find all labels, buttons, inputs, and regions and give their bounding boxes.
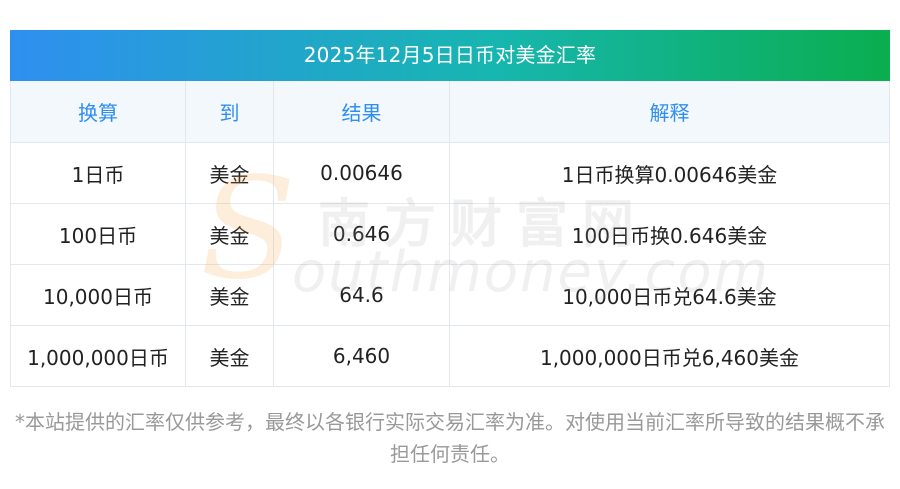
cell-currency: 美金 (185, 325, 274, 387)
header-explanation: 解释 (449, 81, 890, 143)
cell-result: 64.6 (273, 264, 450, 326)
cell-amount: 10,000日币 (10, 264, 186, 326)
cell-result: 0.646 (273, 203, 450, 265)
disclaimer-note: *本站提供的汇率仅供参考，最终以各银行实际交易汇率为准。对使用当前汇率所导致的结… (15, 410, 885, 466)
table-row: 1,000,000日币 美金 6,460 1,000,000日币兑6,460美金 (10, 325, 890, 387)
cell-explanation: 10,000日币兑64.6美金 (449, 264, 890, 326)
cell-currency: 美金 (185, 264, 274, 326)
cell-explanation: 1,000,000日币兑6,460美金 (449, 325, 890, 387)
cell-amount: 1日币 (10, 142, 186, 204)
cell-amount: 100日币 (10, 203, 186, 265)
cell-result: 0.00646 (273, 142, 450, 204)
cell-explanation: 1日币换算0.00646美金 (449, 142, 890, 204)
table-header-row: 换算 到 结果 解释 (10, 81, 890, 143)
cell-currency: 美金 (185, 142, 274, 204)
header-to: 到 (185, 81, 274, 143)
cell-currency: 美金 (185, 203, 274, 265)
exchange-rate-table: 换算 到 结果 解释 1日币 美金 0.00646 1日币换算0.00646美金… (10, 81, 890, 387)
cell-amount: 1,000,000日币 (10, 325, 186, 387)
cell-explanation: 100日币换0.646美金 (449, 203, 890, 265)
table-row: 1日币 美金 0.00646 1日币换算0.00646美金 (10, 142, 890, 204)
header-result: 结果 (273, 81, 450, 143)
header-convert: 换算 (10, 81, 186, 143)
table-row: 100日币 美金 0.646 100日币换0.646美金 (10, 203, 890, 265)
page-title: 2025年12月5日日币对美金汇率 (10, 30, 890, 81)
cell-result: 6,460 (273, 325, 450, 387)
table-row: 10,000日币 美金 64.6 10,000日币兑64.6美金 (10, 264, 890, 326)
